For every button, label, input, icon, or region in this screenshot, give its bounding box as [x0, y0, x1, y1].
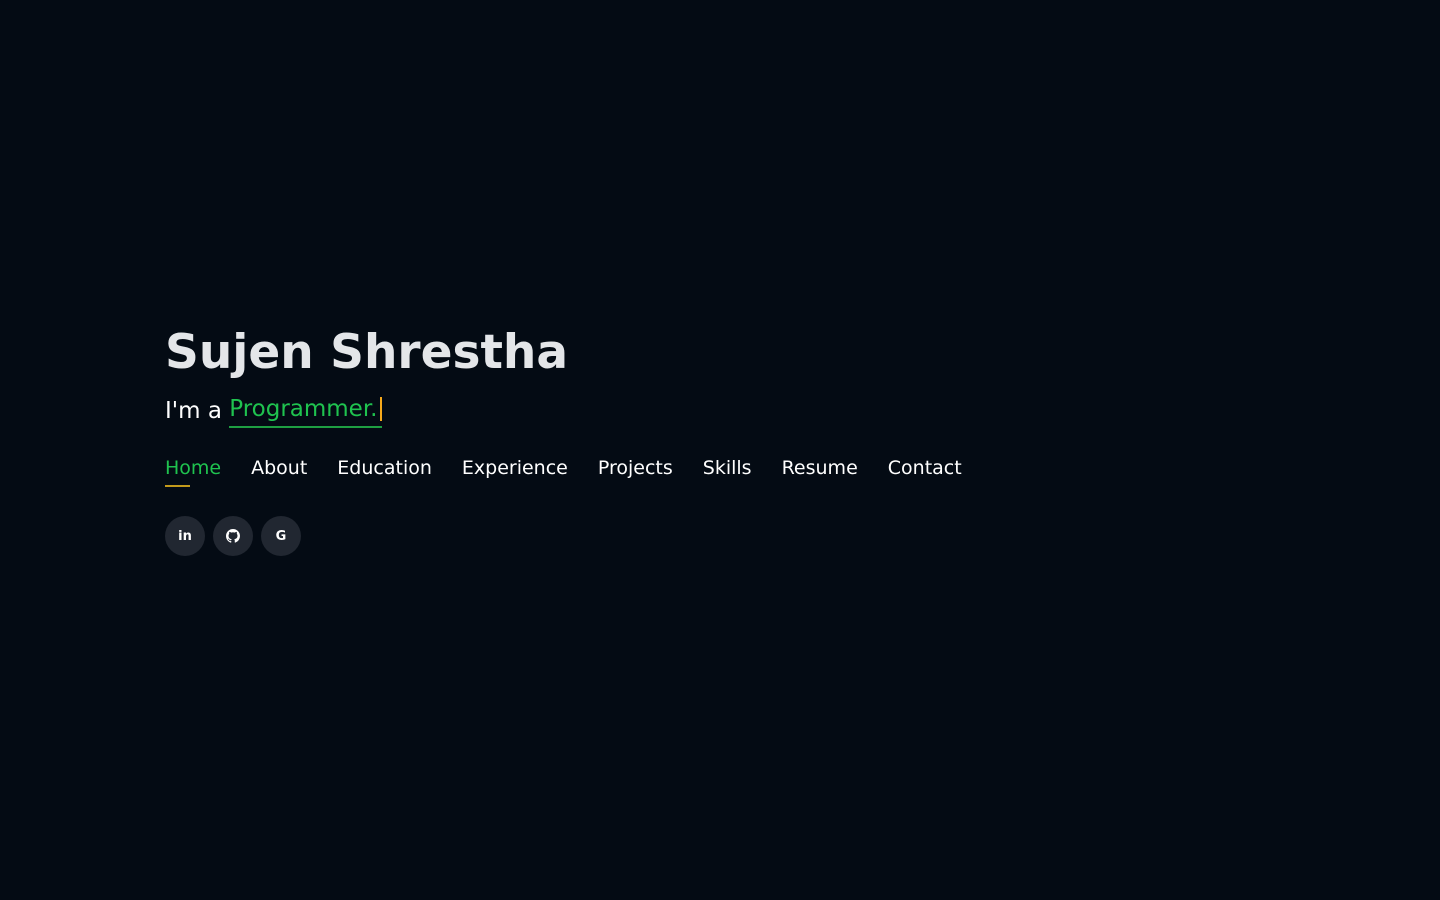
- typed-role: Programmer.: [229, 394, 382, 428]
- nav-item-about[interactable]: About: [251, 456, 307, 487]
- nav-item-resume[interactable]: Resume: [782, 456, 858, 487]
- nav-item-education[interactable]: Education: [337, 456, 432, 487]
- linkedin-button[interactable]: in: [165, 516, 205, 556]
- nav-item-projects[interactable]: Projects: [598, 456, 673, 487]
- tagline-prefix: I'm a: [165, 398, 230, 424]
- main-nav: Home About Education Experience Projects…: [165, 456, 962, 487]
- typed-role-text: Programmer.: [229, 396, 378, 422]
- github-button[interactable]: [213, 516, 253, 556]
- hero-section: Sujen Shrestha I'm a Programmer. Home Ab…: [165, 324, 962, 556]
- nav-item-contact[interactable]: Contact: [888, 456, 962, 487]
- nav-item-skills[interactable]: Skills: [703, 456, 752, 487]
- linkedin-icon: in: [178, 528, 192, 544]
- hero-tagline: I'm a Programmer.: [165, 394, 962, 428]
- nav-item-experience[interactable]: Experience: [462, 456, 568, 487]
- github-icon: [226, 529, 240, 543]
- nav-item-home[interactable]: Home: [165, 456, 221, 487]
- google-icon: G: [275, 528, 287, 544]
- google-button[interactable]: G: [261, 516, 301, 556]
- typing-cursor: [379, 397, 382, 421]
- hero-name: Sujen Shrestha: [165, 325, 569, 380]
- social-links: in G: [165, 516, 962, 556]
